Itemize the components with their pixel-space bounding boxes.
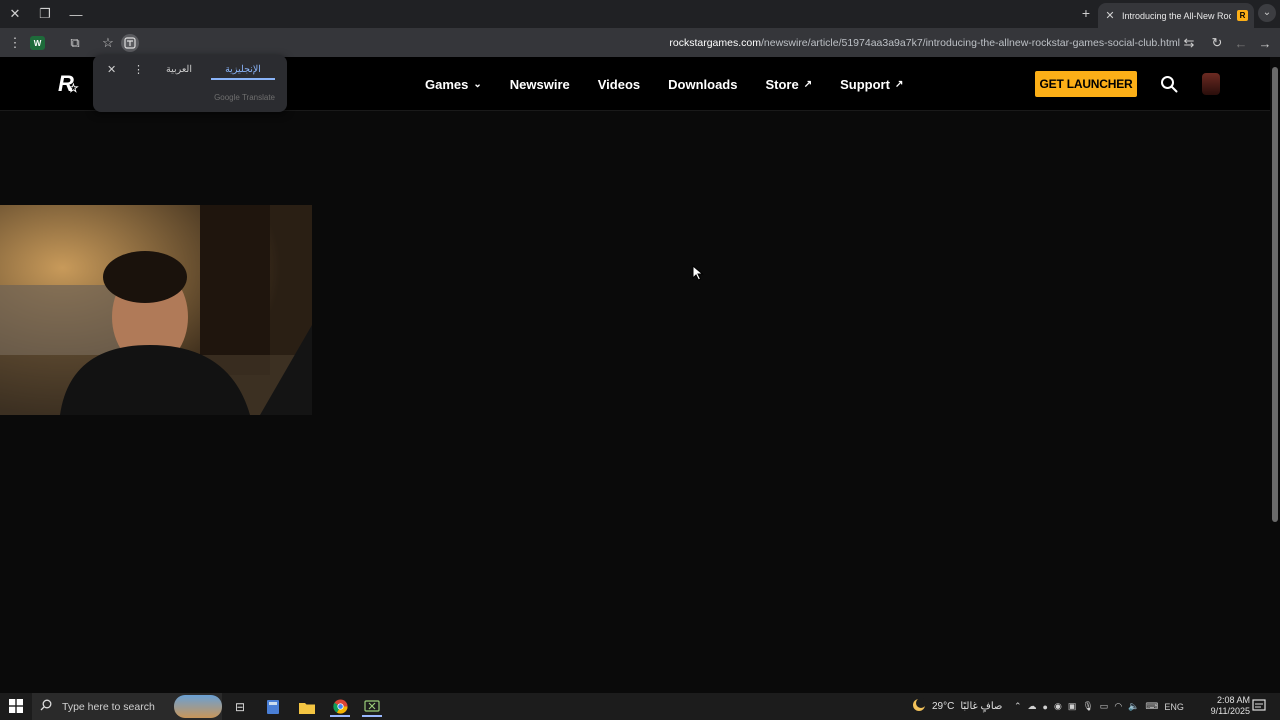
rockstar-logo-icon[interactable]: R ☆ (58, 71, 82, 97)
nav-store-label: Store (765, 76, 799, 92)
url-path: /newswire/article/51974aa3a9a7k7/introdu… (760, 36, 1180, 49)
rockstar-favicon-icon: R (1237, 10, 1248, 21)
taskbar-search-box[interactable]: Type here to search (32, 693, 222, 720)
moon-cloud-icon (912, 698, 926, 715)
input-language[interactable]: ENG (1164, 702, 1184, 712)
weather-temperature: 29°C (932, 701, 955, 712)
keyboard-icon[interactable]: ⌨ (1145, 701, 1158, 712)
translate-target-language[interactable]: الإنجليزية (211, 64, 275, 80)
xbox-app-icon[interactable] (362, 697, 382, 717)
discord-icon[interactable]: ● (1043, 702, 1048, 712)
task-view-icon[interactable]: ⊟ (230, 697, 250, 717)
page-scrollbar[interactable] (1270, 57, 1280, 693)
nav-videos[interactable]: Videos (598, 77, 640, 92)
reload-icon[interactable]: ↻ (1208, 34, 1226, 52)
steam-icon[interactable]: ◉ (1054, 701, 1062, 712)
google-translate-label: Google Translate (214, 93, 275, 102)
nav-downloads[interactable]: Downloads (668, 77, 737, 92)
bookmark-star-icon[interactable]: ☆ (99, 34, 117, 52)
notification-center-icon[interactable] (1252, 699, 1266, 713)
external-arrow-icon: ↗ (894, 78, 904, 90)
tab-close-icon[interactable]: ✕ (1104, 9, 1116, 22)
nav-games[interactable]: Games ⌄ (425, 77, 482, 92)
translate-popup: ✕ ⋮ العربية الإنجليزية Google Translate (93, 55, 287, 112)
search-icon (40, 699, 52, 714)
chevron-down-icon: ⌄ (473, 78, 482, 90)
main-nav: Games ⌄ Newswire Videos Downloads Store ↗ … (425, 57, 903, 111)
forward-arrow-icon[interactable]: → (1256, 34, 1274, 52)
system-tray: ⌃ ☁ ● ◉ ▣ 🎙 ▭ ◠ 🔈 ⌨ ENG (1014, 693, 1184, 720)
network-icon[interactable]: ▣ (1068, 701, 1077, 712)
system-clock[interactable]: 2:08 AM 9/11/2025 (1200, 695, 1250, 717)
restore-window-icon[interactable]: ❐ (34, 4, 56, 24)
windows-start-icon[interactable] (9, 699, 23, 713)
search-icon[interactable] (1160, 75, 1178, 93)
address-bar[interactable]: rockstargames.com/newswire/article/51974… (560, 32, 1180, 53)
browser-tab-active[interactable]: ✕ Introducing the All-New Rockstar Games… (1098, 3, 1254, 28)
clock-time: 2:08 AM (1216, 695, 1250, 705)
nav-support[interactable]: Support ↗ (840, 77, 903, 92)
nav-newswire[interactable]: Newswire (510, 77, 570, 92)
search-highlight-image (174, 695, 222, 718)
url-host: rockstargames.com (669, 36, 761, 49)
browser-toolbar: ⋮ W ⧉ ☆ rockstargames.com/newswire/artic… (0, 28, 1280, 57)
browser-tab-strip: ✕ ❐ — + ✕ Introducing the All-New Rockst… (0, 0, 1280, 28)
nav-downloads-label: Downloads (668, 76, 738, 92)
webcam-overlay (0, 205, 312, 415)
nav-store[interactable]: Store ↗ (765, 77, 812, 92)
windows-taskbar: Type here to search ⊟ 29°C صافٍ غالبًا ⌃… (0, 693, 1280, 720)
extension-w-icon[interactable]: W (30, 36, 45, 50)
weather-widget[interactable]: 29°C صافٍ غالبًا (912, 693, 1002, 720)
display-icon[interactable]: ▭ (1100, 701, 1109, 712)
external-arrow-icon: ↗ (803, 78, 813, 90)
browser-menu-icon[interactable]: ⋮ (6, 34, 24, 52)
onedrive-cloud-icon[interactable]: ☁ (1028, 701, 1037, 712)
weather-description: صافٍ غالبًا (960, 701, 1003, 712)
calculator-app-icon[interactable] (263, 697, 283, 717)
tab-search-chevron-icon[interactable]: ⌄ (1258, 4, 1276, 22)
volume-icon[interactable]: 🔈 (1128, 701, 1139, 712)
extensions-puzzle-icon[interactable]: ⧉ (66, 34, 84, 52)
user-avatar[interactable] (1202, 73, 1220, 95)
scrollbar-thumb[interactable] (1272, 67, 1278, 522)
logo-star-icon: ☆ (68, 81, 79, 95)
nav-videos-label: Videos (597, 76, 641, 92)
translate-source-language[interactable]: العربية (166, 64, 192, 75)
close-window-icon[interactable]: ✕ (4, 4, 26, 24)
more-options-icon[interactable]: ⋮ (133, 63, 144, 76)
webcam-image (0, 205, 312, 415)
minimize-window-icon[interactable]: — (65, 4, 87, 24)
new-tab-icon[interactable]: + (1078, 5, 1094, 23)
back-arrow-icon[interactable]: ← (1232, 34, 1250, 52)
chrome-app-icon[interactable] (330, 697, 350, 717)
tray-chevron-up-icon[interactable]: ⌃ (1014, 701, 1022, 712)
get-launcher-button[interactable]: GET LAUNCHER (1035, 71, 1137, 97)
nav-newswire-label: Newswire (509, 76, 570, 92)
microphone-icon[interactable]: 🎙 (1082, 701, 1093, 712)
nav-games-label: Games (425, 76, 469, 92)
translate-icon[interactable] (121, 34, 139, 52)
screen: ✕ ❐ — + ✕ Introducing the All-New Rockst… (0, 0, 1280, 720)
clock-date: 9/11/2025 (1210, 706, 1250, 716)
tab-title: Introducing the All-New Rockstar Games S… (1122, 10, 1231, 21)
close-icon[interactable]: ✕ (107, 63, 116, 76)
taskbar-search-placeholder: Type here to search (62, 700, 155, 713)
wifi-icon[interactable]: ◠ (1114, 701, 1122, 712)
nav-support-label: Support (840, 76, 890, 92)
site-settings-icon[interactable]: ⇆ (1180, 34, 1198, 52)
file-explorer-icon[interactable] (297, 697, 317, 717)
mouse-cursor-icon (692, 264, 704, 281)
